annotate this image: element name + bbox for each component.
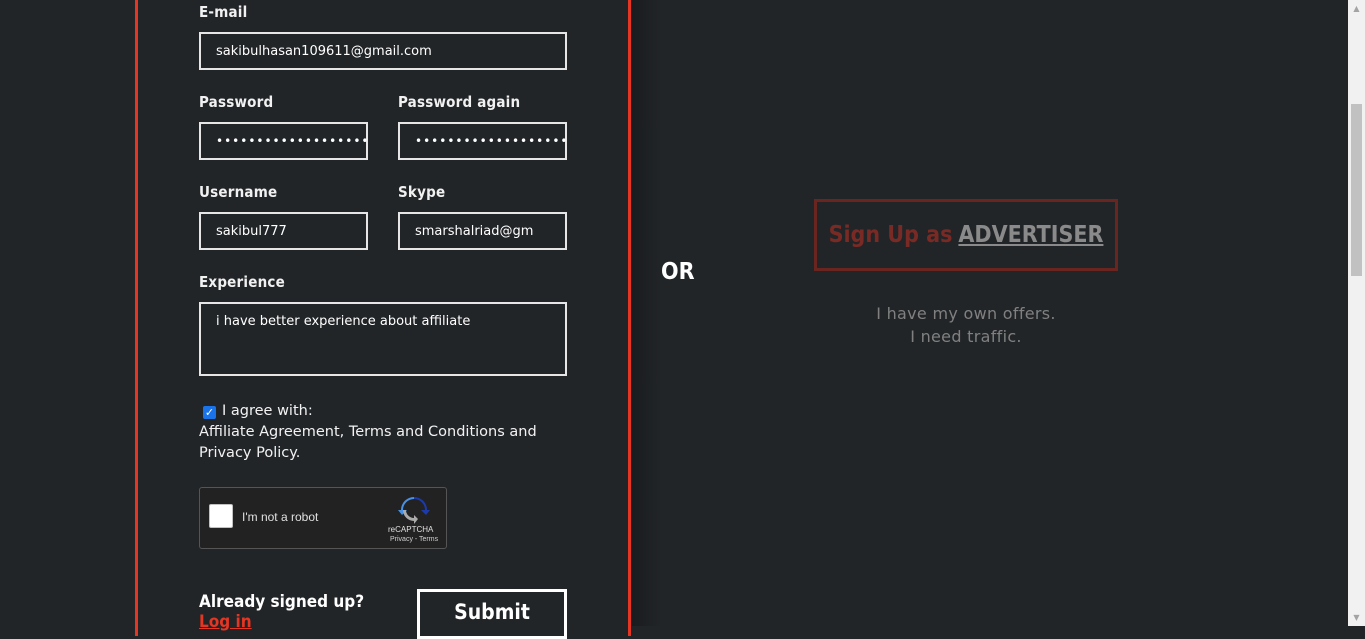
username-label: Username: [199, 183, 278, 201]
experience-textarea[interactable]: i have better experience about affiliate: [199, 302, 567, 376]
password-label: Password: [199, 93, 274, 111]
username-field[interactable]: sakibul777: [199, 212, 368, 250]
recaptcha-label: I'm not a robot: [242, 510, 319, 524]
advertiser-link[interactable]: ADVERTISER: [958, 222, 1103, 248]
advertiser-signup-button[interactable]: Sign Up as ADVERTISER: [814, 199, 1118, 271]
login-link[interactable]: Log in: [199, 612, 252, 632]
recaptcha-privacy-terms[interactable]: Privacy - Terms: [390, 536, 438, 543]
agreement-block: ✓ I agree with: Affiliate Agreement, Term…: [199, 401, 559, 464]
recaptcha-logo-icon: [398, 497, 430, 524]
advertiser-desc-line1: I have my own offers.: [876, 304, 1056, 323]
scroll-thumb[interactable]: [1351, 104, 1362, 276]
advertiser-prefix: Sign Up as: [828, 222, 953, 248]
agree-label: I agree with:: [222, 403, 313, 419]
scroll-down-arrow-icon[interactable]: ▼: [1348, 609, 1365, 626]
or-divider: OR: [661, 259, 695, 285]
experience-label: Experience: [199, 273, 285, 291]
email-field[interactable]: sakibulhasan109611@gmail.com: [199, 32, 567, 70]
advertiser-description: I have my own offers. I need traffic.: [814, 302, 1118, 348]
recaptcha-brand: reCAPTCHA: [388, 525, 434, 534]
skype-label: Skype: [398, 183, 446, 201]
already-signed-up-text: Already signed up?: [199, 592, 365, 612]
agree-checkbox[interactable]: ✓: [203, 406, 216, 419]
advertiser-desc-line2: I need traffic.: [910, 327, 1022, 346]
password-again-field[interactable]: •••••••••••••••••••: [398, 122, 567, 160]
skype-field[interactable]: smarshalriad@gm: [398, 212, 567, 250]
recaptcha-widget: I'm not a robot reCAPTCHA Privacy - Term…: [199, 487, 447, 549]
email-label: E-mail: [199, 3, 248, 21]
password-field[interactable]: •••••••••••••••••••: [199, 122, 368, 160]
agreement-links[interactable]: Affiliate Agreement, Terms and Condition…: [199, 424, 537, 461]
panel-shadow: [632, 0, 662, 626]
recaptcha-checkbox[interactable]: [209, 504, 233, 528]
password-again-label: Password again: [398, 93, 521, 111]
page-scrollbar[interactable]: ▲ ▼: [1348, 0, 1365, 626]
submit-button[interactable]: Submit: [417, 589, 567, 639]
scroll-up-arrow-icon[interactable]: ▲: [1348, 0, 1365, 17]
